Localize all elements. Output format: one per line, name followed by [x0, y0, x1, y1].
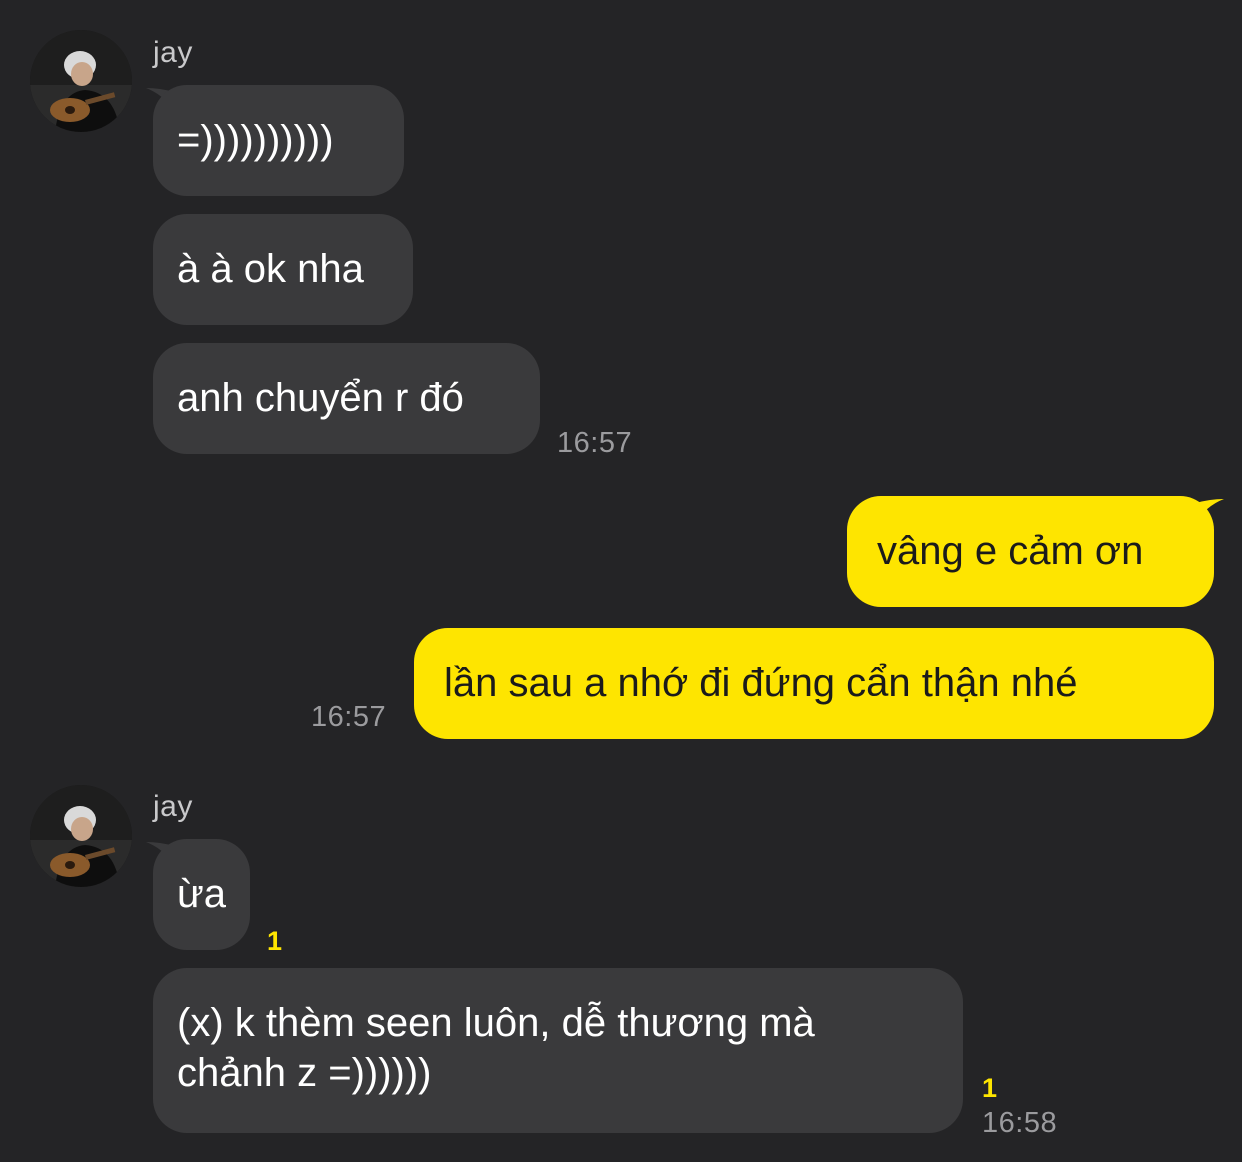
- message-text: vâng e cảm ơn: [877, 529, 1144, 573]
- message-text: =)))))))))): [177, 118, 334, 162]
- unread-count-badge: 1: [267, 926, 283, 956]
- message-bubble[interactable]: à à ok nha: [153, 214, 413, 325]
- avatar[interactable]: [30, 785, 132, 887]
- message-bubble[interactable]: (x) k thèm seen luôn, dễ thương mà chảnh…: [153, 968, 963, 1133]
- message-text: à à ok nha: [177, 247, 364, 291]
- message-bubble[interactable]: anh chuyển r đó: [153, 343, 540, 454]
- message-bubble[interactable]: vâng e cảm ơn: [847, 496, 1214, 607]
- message-bubble[interactable]: lần sau a nhớ đi đứng cẩn thận nhé: [414, 628, 1214, 739]
- message-text: (x) k thèm seen luôn, dễ thương mà chảnh…: [177, 1001, 815, 1095]
- message-bubble[interactable]: ừa: [153, 839, 250, 950]
- message-text: anh chuyển r đó: [177, 376, 464, 420]
- avatar-photo-icon: [30, 785, 132, 887]
- sender-name: jay: [153, 36, 193, 69]
- avatar-photo-icon: [30, 30, 132, 132]
- avatar[interactable]: [30, 30, 132, 132]
- unread-count-badge: 1: [982, 1073, 998, 1103]
- sender-name: jay: [153, 790, 193, 823]
- message-text: ừa: [177, 872, 227, 916]
- message-time: 16:58: [982, 1107, 1058, 1139]
- message-time: 16:57: [311, 701, 387, 733]
- message-time: 16:57: [557, 427, 633, 459]
- message-bubble[interactable]: =)))))))))): [153, 85, 404, 196]
- message-text: lần sau a nhớ đi đứng cẩn thận nhé: [444, 661, 1078, 705]
